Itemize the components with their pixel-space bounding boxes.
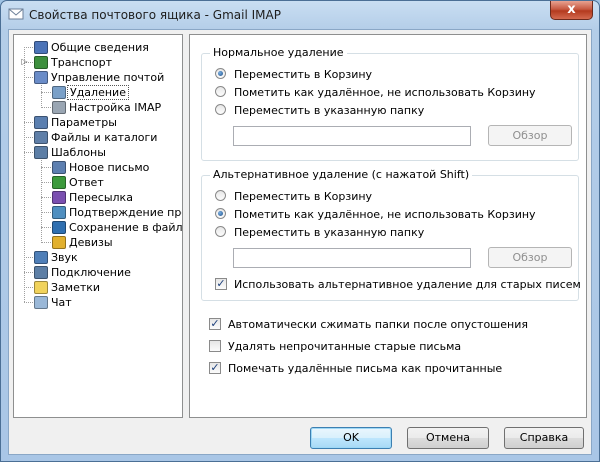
settings-tree: ▷ Общие сведения Транспорт Управление почт… (13, 34, 183, 418)
tree-connector (24, 47, 33, 48)
tree-item-label: Подключение (51, 266, 131, 279)
radio-indicator[interactable] (215, 86, 226, 97)
expand-arrow-icon: ▷ (21, 57, 28, 66)
tree-item-label: Пересылка (69, 191, 133, 204)
tree-connector (41, 212, 51, 213)
chat-icon (34, 296, 48, 309)
tree-connector (41, 107, 51, 108)
alt-browse-button[interactable]: Обзор (488, 247, 572, 268)
checkbox-box[interactable]: ✓ (209, 362, 221, 374)
radio-indicator[interactable] (215, 104, 226, 115)
templates-icon (34, 146, 48, 159)
tree-item-label: Транспорт (51, 56, 112, 69)
radio-label: Пометить как удалённое, не использовать … (234, 86, 536, 99)
checkbox-box[interactable] (209, 340, 221, 352)
checkbox-label: Помечать удалённые письма как прочитанны… (228, 362, 503, 375)
tree-item-label: Чат (51, 296, 72, 309)
checkbox-box[interactable]: ✓ (215, 278, 227, 290)
tree-connector (24, 272, 33, 273)
delete-settings-panel: Нормальное удаление Переместить в Корзин… (189, 34, 587, 418)
properties-window: Свойства почтового ящика - Gmail IMAP x … (0, 0, 600, 462)
tree-connector (41, 182, 51, 183)
notes-icon (34, 281, 48, 294)
tree-item-label: Звук (51, 251, 78, 264)
close-button[interactable]: x (550, 1, 593, 20)
checkbox-label: Использовать альтернативное удаление для… (234, 278, 581, 291)
tree-item-label: Заметки (51, 281, 101, 294)
help-button[interactable]: Справка (504, 427, 584, 449)
imap-settings-icon (52, 101, 66, 114)
tree-connector (24, 122, 33, 123)
general-info-icon (34, 41, 48, 54)
tree-item-label: Общие сведения (51, 41, 149, 54)
radio-indicator[interactable] (215, 208, 226, 219)
tree-item-label: Подтверждение прочтения (69, 206, 182, 219)
radio-indicator[interactable] (215, 226, 226, 237)
ok-button[interactable]: OK (310, 427, 392, 449)
read-receipt-icon (52, 206, 66, 219)
title-bar[interactable]: Свойства почтового ящика - Gmail IMAP x (1, 1, 599, 29)
normal-browse-button[interactable]: Обзор (488, 125, 572, 146)
mail-management-icon (34, 71, 48, 84)
sound-icon (34, 251, 48, 264)
normal-delete-title: Нормальное удаление (210, 46, 347, 59)
tree-connector (41, 158, 42, 243)
tree-item-label: Девизы (69, 236, 113, 249)
tree-connector (24, 257, 33, 258)
alt-delete-title: Альтернативное удаление (с нажатой Shift… (210, 168, 473, 181)
files-folders-icon (34, 131, 48, 144)
tree-connector (41, 242, 51, 243)
tree-connector (24, 77, 33, 78)
mailbox-icon (8, 8, 24, 20)
reply-icon (52, 176, 66, 189)
transport-icon (34, 56, 48, 69)
tree-item-label: Ответ (69, 176, 104, 189)
tree-connector (41, 83, 42, 108)
tree-item-label: Удаление (67, 85, 129, 100)
tree-connector (41, 167, 51, 168)
normal-delete-group: Нормальное удаление Переместить в Корзин… (201, 46, 579, 161)
tree-item-label: Управление почтой (51, 71, 165, 84)
tree-item-label: Параметры (51, 116, 117, 129)
tree-connector (24, 137, 33, 138)
tree-connector (24, 152, 33, 153)
radio-label: Переместить в Корзину (234, 68, 373, 81)
checkbox-box[interactable]: ✓ (209, 318, 221, 330)
tree-item-label: Сохранение в файл (69, 221, 183, 234)
parameters-icon (34, 116, 48, 129)
checkbox-label: Автоматически сжимать папки после опусто… (228, 318, 528, 331)
tree-item-label: Настройка IMAP (69, 101, 162, 114)
tree-connector (41, 197, 51, 198)
tree-item-label: Новое письмо (69, 161, 150, 174)
radio-label: Переместить в указанную папку (234, 226, 425, 239)
connection-icon (34, 266, 48, 279)
forward-icon (52, 191, 66, 204)
new-message-icon (52, 161, 66, 174)
cancel-button[interactable]: Отмена (407, 427, 489, 449)
mottos-icon (52, 236, 66, 249)
delete-bin-icon (52, 86, 66, 99)
dialog-client-area: ▷ Общие сведения Транспорт Управление почт… (8, 29, 592, 455)
window-title: Свойства почтового ящика - Gmail IMAP (29, 8, 281, 22)
close-icon: x (567, 2, 576, 17)
alt-folder-input[interactable] (233, 248, 471, 268)
normal-folder-input[interactable] (233, 126, 471, 146)
radio-label: Переместить в Корзину (234, 190, 373, 203)
tree-connector (41, 92, 51, 93)
tree-item-label: Файлы и каталоги (51, 131, 158, 144)
radio-indicator[interactable] (215, 68, 226, 79)
checkbox-label: Удалять непрочитанные старые письма (228, 340, 462, 353)
tree-connector (24, 287, 33, 288)
tree-connector (41, 227, 51, 228)
save-to-file-icon (52, 221, 66, 234)
tree-item-label: Шаблоны (51, 146, 106, 159)
tree-connector (24, 47, 25, 302)
radio-indicator[interactable] (215, 190, 226, 201)
radio-label: Переместить в указанную папку (234, 104, 425, 117)
alt-delete-group: Альтернативное удаление (с нажатой Shift… (201, 168, 581, 301)
tree-connector (24, 302, 33, 303)
radio-label: Пометить как удалённое, не использовать … (234, 208, 536, 221)
